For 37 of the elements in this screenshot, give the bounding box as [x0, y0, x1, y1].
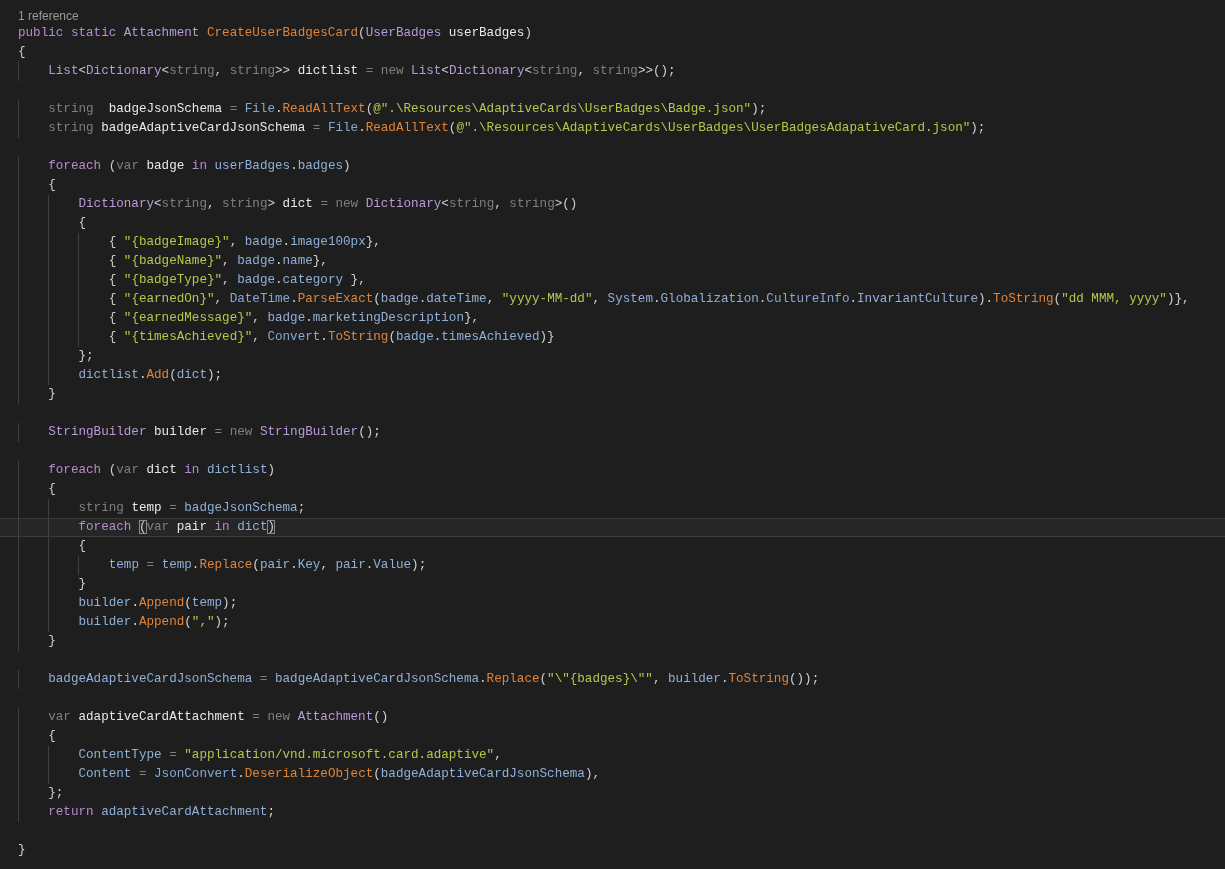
code-line: return adaptiveCardAttachment;	[48, 804, 275, 821]
code-line: temp = temp.Replace(pair.Key, pair.Value);	[108, 557, 427, 574]
code-line: foreach (var badge in userBadges.badges)	[48, 158, 351, 175]
code-line: Content = JsonConvert.DeserializeObject(badgeAdaptiveCardJsonSchema),	[78, 766, 600, 783]
code-line: string badgeJsonSchema = File.ReadAllText(@".\Resources\AdaptiveCards\UserBadges\Badge.json");	[48, 101, 767, 118]
code-line: Dictionary<string, string> dict = new Dictionary<string, string>()	[78, 196, 578, 213]
code-line: StringBuilder builder = new StringBuilder();	[48, 424, 381, 441]
code-line: };	[78, 348, 94, 365]
code-line: ContentType = "application/vnd.microsoft.card.adaptive",	[78, 747, 502, 764]
code-line: }	[78, 576, 87, 593]
code-line: dictlist.Add(dict);	[78, 367, 223, 384]
code-line: badgeAdaptiveCardJsonSchema = badgeAdaptiveCardJsonSchema.Replace("\"{badges}\"", builder.ToString());	[48, 671, 820, 688]
code-line: { "{timesAchieved}", Convert.ToString(badge.timesAchieved)}	[108, 329, 555, 346]
code-line: {	[48, 728, 56, 745]
code-line: builder.Append(",");	[78, 614, 230, 631]
code-line: }	[48, 633, 56, 650]
code-line: foreach (var dict in dictlist)	[48, 462, 275, 479]
reference-count-link[interactable]: 1 reference	[18, 8, 79, 24]
code-line: }	[48, 386, 56, 403]
code-line: {	[78, 538, 87, 555]
code-line: {	[48, 177, 56, 194]
code-line: { "{earnedMessage}", badge.marketingDescription},	[108, 310, 480, 327]
code-line: {	[18, 44, 26, 61]
code-line: builder.Append(temp);	[78, 595, 238, 612]
code-line: };	[48, 785, 64, 802]
code-line: {	[48, 481, 56, 498]
code-line: List<Dictionary<string, string>> dictlist = new List<Dictionary<string, string>>();	[48, 63, 676, 80]
code-line: { "{badgeName}", badge.name},	[108, 253, 328, 270]
code-line: string badgeAdaptiveCardJsonSchema = File.ReadAllText(@".\Resources\AdaptiveCards\UserBadges\UserBadgesAdapativeCard.json");	[48, 120, 986, 137]
code-line: string temp = badgeJsonSchema;	[78, 500, 306, 517]
code-line: { "{earnedOn}", DateTime.ParseExact(badge.dateTime, "yyyy-MM-dd", System.Globalization.CultureInfo.InvariantCulture).ToString("dd MMM, yyyy")},	[108, 291, 1190, 308]
code-line: { "{badgeType}", badge.category },	[108, 272, 366, 289]
code-line: {	[78, 215, 87, 232]
code-line: var adaptiveCardAttachment = new Attachment()	[48, 709, 389, 726]
code-line: { "{badgeImage}", badge.image100px},	[108, 234, 381, 251]
code-line: }	[18, 842, 26, 859]
code-line: public static Attachment CreateUserBadgesCard(UserBadges userBadges)	[18, 25, 532, 42]
